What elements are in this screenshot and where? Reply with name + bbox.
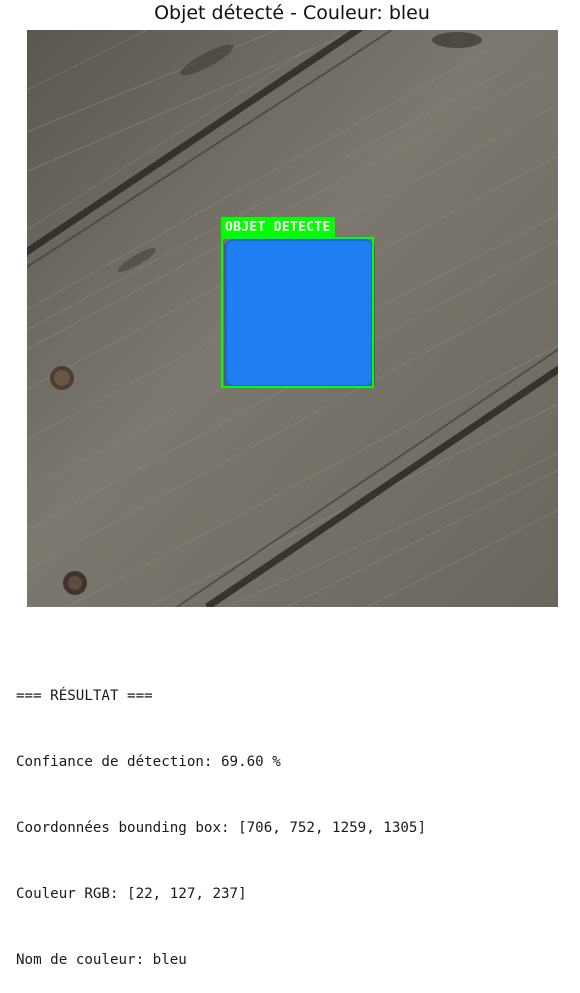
bounding-box: [221, 237, 374, 388]
result-header: === RÉSULTAT ===: [16, 688, 153, 704]
console-output: === RÉSULTAT === Confiance de détection:…: [16, 641, 426, 993]
rgb-line: Couleur RGB: [22, 127, 237]: [16, 886, 247, 902]
detection-image: OBJET DETECTE: [27, 30, 558, 607]
color-name-line: Nom de couleur: bleu: [16, 952, 187, 968]
bbox-line: Coordonnées bounding box: [706, 752, 125…: [16, 820, 426, 836]
detection-label: OBJET DETECTE: [221, 217, 335, 237]
figure-title: Objet détecté - Couleur: bleu: [154, 2, 430, 24]
confidence-line: Confiance de détection: 69.60 %: [16, 754, 281, 770]
